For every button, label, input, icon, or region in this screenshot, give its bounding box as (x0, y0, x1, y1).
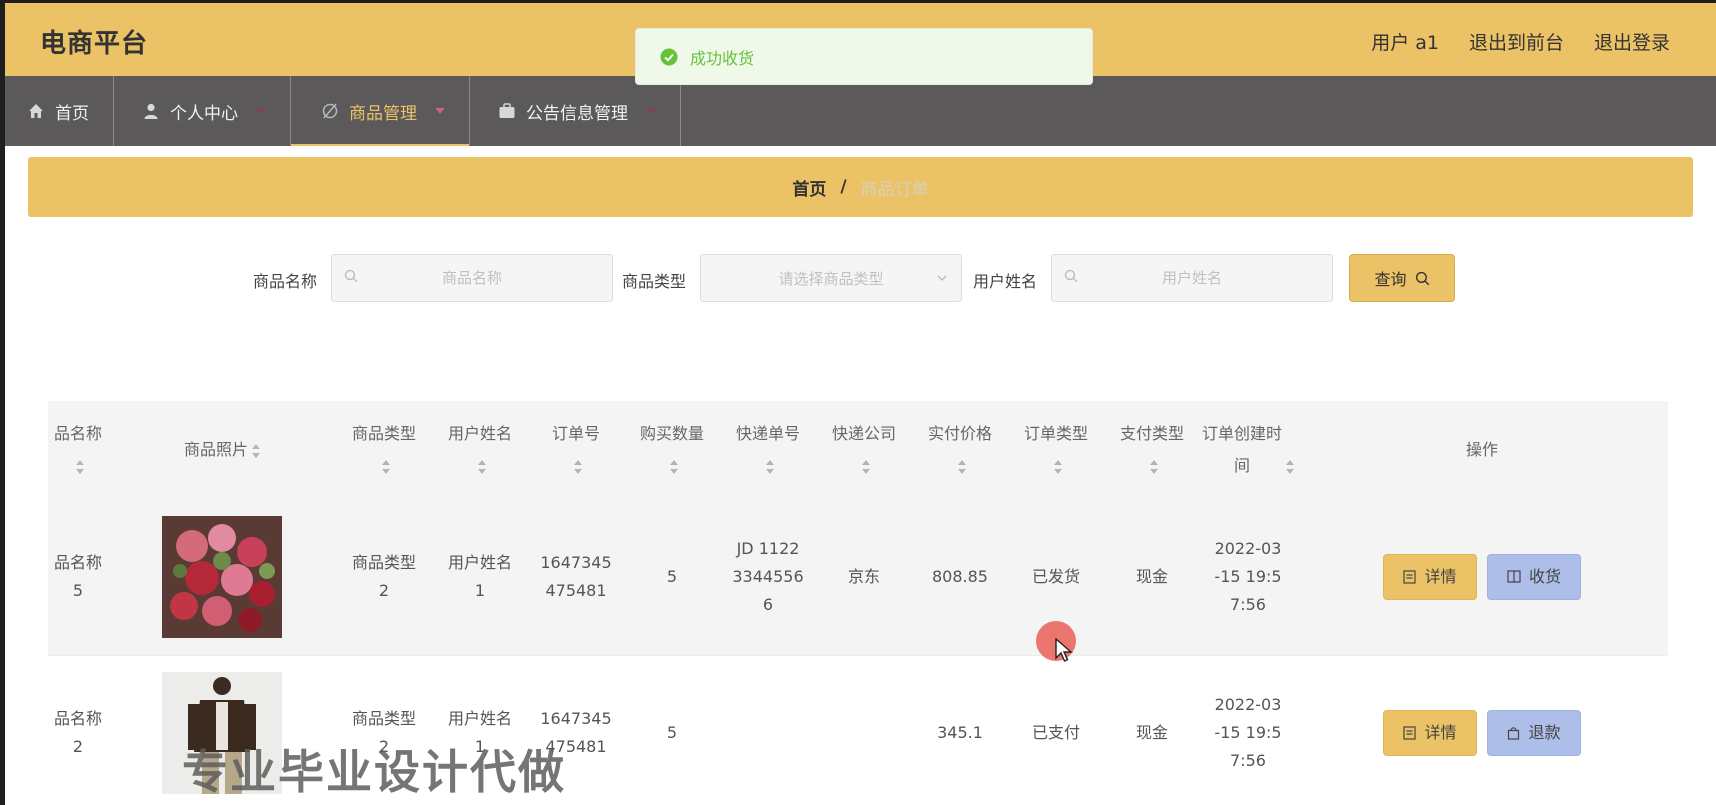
app-window: 电商平台 用户 a1 退出到前台 退出登录 首页 个人中心 商品管理 公告信息管… (5, 3, 1716, 805)
sort-icon[interactable] (766, 459, 774, 474)
nav-item-label: 个人中心 (170, 103, 238, 124)
toast-message: 成功收货 (690, 48, 755, 68)
col-goods-type[interactable]: 商品类型 (336, 401, 432, 499)
current-user-label[interactable]: 用户 a1 (1371, 28, 1439, 55)
success-check-icon (660, 48, 678, 65)
user-name-field[interactable] (1051, 254, 1333, 302)
breadcrumb-current: 商品订单 (860, 179, 929, 200)
goods-type-label: 商品类型 (622, 272, 687, 291)
sort-icon[interactable] (478, 459, 486, 474)
document-icon (1403, 570, 1417, 584)
search-icon (1064, 269, 1078, 283)
detail-button[interactable]: 详情 (1383, 710, 1477, 756)
watermark-text: 专业毕业设计代做 (182, 745, 566, 799)
goods-type-placeholder: 请选择商品类型 (778, 269, 884, 288)
goods-type-select[interactable]: 请选择商品类型 (700, 254, 962, 302)
col-quantity[interactable]: 购买数量 (624, 401, 720, 499)
nav-item-personal-center[interactable]: 个人中心 (114, 76, 291, 146)
goods-icon (321, 102, 339, 120)
goods-photo-flowers[interactable] (162, 515, 282, 638)
query-button-label: 查询 (1374, 270, 1407, 289)
book-icon (1507, 570, 1521, 583)
detail-button[interactable]: 详情 (1383, 553, 1477, 600)
sort-icon[interactable] (958, 459, 966, 474)
breadcrumb: 首页 / 商品订单 (28, 157, 1693, 217)
user-name-input[interactable] (1052, 255, 1332, 301)
nav-item-home[interactable]: 首页 (5, 76, 114, 146)
sort-icon[interactable] (252, 443, 260, 458)
search-icon (344, 269, 358, 283)
sort-icon[interactable] (1054, 459, 1062, 474)
col-express-no[interactable]: 快递单号 (720, 401, 816, 499)
chevron-down-icon (435, 108, 445, 114)
exit-to-front-link[interactable]: 退出到前台 (1469, 28, 1564, 55)
col-price[interactable]: 实付价格 (912, 401, 1008, 499)
breadcrumb-separator: / (840, 177, 847, 197)
query-button[interactable]: 查询 (1349, 254, 1455, 302)
sort-icon[interactable] (1150, 459, 1158, 474)
nav-item-notice-management[interactable]: 公告信息管理 (470, 76, 681, 146)
home-icon (27, 102, 45, 120)
receive-button[interactable]: 收货 (1487, 553, 1581, 600)
nav-item-goods-management[interactable]: 商品管理 (291, 76, 470, 146)
app-title: 电商平台 (40, 29, 149, 59)
table-row: 品名称 5 商品类型 2 用户姓名 1 1647345 475481 5 JD … (48, 499, 1668, 656)
header-actions: 用户 a1 退出到前台 退出登录 (1371, 28, 1670, 55)
sort-icon[interactable] (382, 459, 390, 474)
chevron-down-icon (937, 275, 947, 281)
search-icon (1415, 271, 1429, 285)
refund-button[interactable]: 退款 (1487, 710, 1581, 756)
sort-icon[interactable] (670, 459, 678, 474)
col-pay-type[interactable]: 支付类型 (1104, 401, 1200, 499)
nav-item-label: 公告信息管理 (526, 103, 628, 124)
sort-icon[interactable] (76, 459, 84, 474)
sort-icon[interactable] (574, 459, 582, 474)
nav-item-label: 首页 (55, 103, 89, 124)
col-user-name[interactable]: 用户姓名 (432, 401, 528, 499)
col-order-no[interactable]: 订单号 (528, 401, 624, 499)
chevron-down-icon (646, 108, 656, 114)
success-toast: 成功收货 (635, 28, 1093, 85)
user-name-label: 用户姓名 (973, 272, 1038, 291)
col-express-company[interactable]: 快递公司 (816, 401, 912, 499)
goods-name-field[interactable] (331, 254, 613, 302)
briefcase-icon (498, 102, 516, 120)
col-photo[interactable]: 商品照片 (108, 401, 336, 499)
nav-item-label: 商品管理 (349, 103, 417, 124)
document-icon (1403, 726, 1417, 740)
bag-icon (1508, 727, 1520, 740)
mouse-pointer-icon (1055, 638, 1073, 662)
breadcrumb-home[interactable]: 首页 (792, 175, 826, 200)
goods-name-input[interactable] (332, 255, 612, 301)
logout-link[interactable]: 退出登录 (1594, 28, 1670, 55)
col-order-type[interactable]: 订单类型 (1008, 401, 1104, 499)
chevron-down-icon (256, 108, 266, 114)
sort-icon[interactable] (1286, 459, 1294, 474)
search-form: 商品名称 商品类型 请选择商品类型 用户姓名 查询 (5, 254, 1716, 304)
col-create-time[interactable]: 订单创建时间 (1200, 401, 1296, 499)
table-header-row: 品名称 商品照片 商品类型 用户姓名 订单号 购买数量 快递单号 快递公司 实付… (48, 401, 1668, 499)
sort-icon[interactable] (862, 459, 870, 474)
goods-name-label: 商品名称 (253, 272, 318, 291)
col-actions: 操作 (1296, 401, 1668, 499)
user-icon (142, 102, 160, 120)
col-goods-name[interactable]: 品名称 (48, 401, 108, 499)
main-nav: 首页 个人中心 商品管理 公告信息管理 (5, 76, 1716, 146)
